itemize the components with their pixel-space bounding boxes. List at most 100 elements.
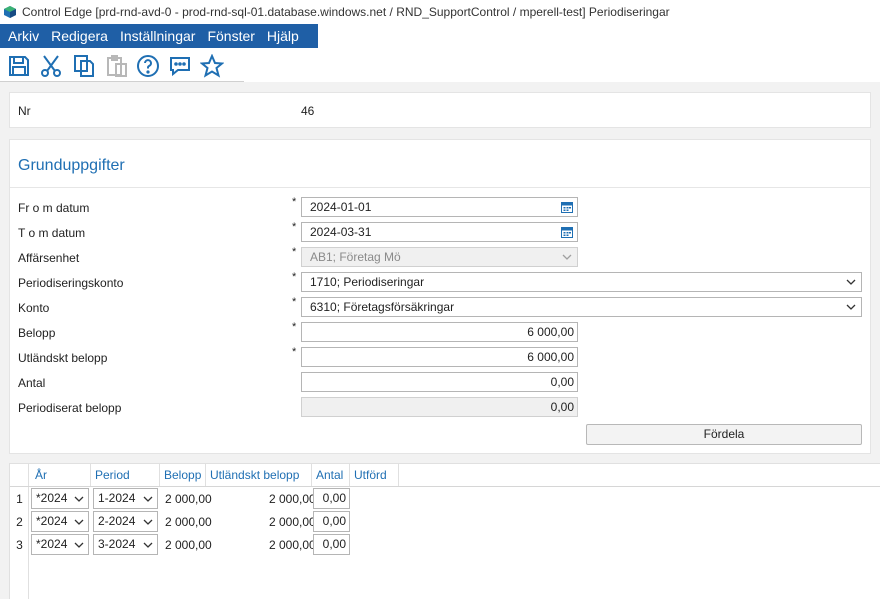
business-unit-select: AB1; Företag Mö <box>301 247 578 267</box>
menu-hjalp[interactable]: Hjälp <box>261 24 305 48</box>
menu-fonster[interactable]: Fönster <box>201 24 260 48</box>
column-header-amount[interactable]: Belopp <box>160 464 206 486</box>
row-number: 2 <box>16 515 23 529</box>
foreign-amount-cell: 2 000,00 <box>269 515 316 529</box>
copy-button[interactable] <box>71 53 97 79</box>
distribute-button[interactable]: Fördela <box>586 424 862 445</box>
app-logo-icon <box>4 6 16 18</box>
column-header-foreign-amount[interactable]: Utländskt belopp <box>206 464 312 486</box>
period-value: 2-2024 <box>98 514 136 528</box>
window-title: Control Edge [prd-rnd-avd-0 - prod-rnd-s… <box>22 5 670 19</box>
comment-button[interactable] <box>167 53 193 79</box>
nr-label: Nr <box>18 104 31 118</box>
chevron-down-icon[interactable] <box>846 277 856 287</box>
quantity-cell-input[interactable]: 0,00 <box>313 534 350 555</box>
paste-icon <box>107 55 127 77</box>
header-panel: Nr 46 <box>9 92 871 128</box>
year-select[interactable]: *2024 <box>31 511 89 532</box>
column-header-year[interactable]: År <box>29 464 91 486</box>
year-select[interactable]: *2024 <box>31 488 89 509</box>
from-date-input[interactable]: 2024-01-01 <box>301 197 578 217</box>
account-required: * <box>292 296 297 308</box>
paste-button[interactable] <box>104 53 130 79</box>
help-icon <box>137 55 159 77</box>
accrual-account-required: * <box>292 271 297 283</box>
period-select[interactable]: 2-2024 <box>93 511 158 532</box>
period-value: 3-2024 <box>98 537 136 551</box>
help-button[interactable] <box>135 53 161 79</box>
grid-corner-header <box>10 464 29 486</box>
amount-required: * <box>292 321 297 333</box>
from-date-required: * <box>292 196 297 208</box>
to-date-label: T o m datum <box>18 226 86 240</box>
to-date-value: 2024-03-31 <box>310 225 372 239</box>
grid-header-divider <box>10 486 880 487</box>
to-date-required: * <box>292 221 297 233</box>
calendar-icon[interactable] <box>561 201 573 213</box>
row-number: 1 <box>16 492 23 506</box>
comment-icon <box>170 57 190 77</box>
chevron-down-icon[interactable] <box>143 540 153 550</box>
quantity-cell-input[interactable]: 0,00 <box>313 488 350 509</box>
save-icon <box>9 56 29 76</box>
foreign-amount-cell: 2 000,00 <box>269 492 316 506</box>
chevron-down-icon[interactable] <box>74 494 84 504</box>
chevron-down-icon[interactable] <box>143 517 153 527</box>
nr-value: 46 <box>301 104 315 118</box>
toolbar <box>0 48 880 82</box>
business-unit-value: AB1; Företag Mö <box>310 250 401 264</box>
menu-strip: Arkiv Redigera Inställningar Fönster Hjä… <box>0 24 318 48</box>
business-unit-required: * <box>292 246 297 258</box>
accrued-amount-label: Periodiserat belopp <box>18 401 122 415</box>
column-header-done[interactable]: Utförd <box>350 464 399 486</box>
cut-button[interactable] <box>38 53 64 79</box>
calendar-icon[interactable] <box>561 226 573 238</box>
period-select[interactable]: 1-2024 <box>93 488 158 509</box>
accrual-account-select[interactable]: 1710; Periodiseringar <box>301 272 862 292</box>
favorite-button[interactable] <box>199 53 225 79</box>
toolbar-divider <box>0 81 244 82</box>
save-button[interactable] <box>6 53 32 79</box>
cut-icon <box>41 55 61 77</box>
quantity-cell-input[interactable]: 0,00 <box>313 511 350 532</box>
accrued-amount-value: 0,00 <box>301 397 578 417</box>
column-header-period[interactable]: Period <box>91 464 160 486</box>
accrual-account-label: Periodiseringskonto <box>18 276 124 290</box>
year-value: *2024 <box>36 491 68 505</box>
year-select[interactable]: *2024 <box>31 534 89 555</box>
foreign-amount-required: * <box>292 346 297 358</box>
foreign-amount-input[interactable]: 6 000,00 <box>301 347 578 367</box>
menu-arkiv[interactable]: Arkiv <box>0 24 45 48</box>
title-bar: Control Edge [prd-rnd-avd-0 - prod-rnd-s… <box>0 0 880 24</box>
to-date-input[interactable]: 2024-03-31 <box>301 222 578 242</box>
year-value: *2024 <box>36 537 68 551</box>
amount-label: Belopp <box>18 326 56 340</box>
business-unit-label: Affärsenhet <box>18 251 80 265</box>
from-date-value: 2024-01-01 <box>310 200 372 214</box>
chevron-down-icon[interactable] <box>846 302 856 312</box>
menu-installningar[interactable]: Inställningar <box>114 24 202 48</box>
chevron-down-icon[interactable] <box>143 494 153 504</box>
column-header-quantity[interactable]: Antal <box>312 464 350 486</box>
amount-cell: 2 000,00 <box>165 515 212 529</box>
account-select[interactable]: 6310; Företagsförsäkringar <box>301 297 862 317</box>
account-label: Konto <box>18 301 50 315</box>
menu-redigera[interactable]: Redigera <box>45 24 114 48</box>
chevron-down-icon <box>562 254 572 260</box>
quantity-input[interactable]: 0,00 <box>301 372 578 392</box>
chevron-down-icon[interactable] <box>74 540 84 550</box>
row-number: 3 <box>16 538 23 552</box>
copy-icon <box>74 55 94 77</box>
chevron-down-icon[interactable] <box>74 517 84 527</box>
foreign-amount-cell: 2 000,00 <box>269 538 316 552</box>
foreign-amount-label: Utländskt belopp <box>18 351 108 365</box>
amount-cell: 2 000,00 <box>165 492 212 506</box>
quantity-label: Antal <box>18 376 46 390</box>
amount-input[interactable]: 6 000,00 <box>301 322 578 342</box>
year-value: *2024 <box>36 514 68 528</box>
from-date-label: Fr o m datum <box>18 201 90 215</box>
account-value: 6310; Företagsförsäkringar <box>310 300 455 314</box>
section-divider <box>10 187 870 188</box>
menu-bar: Arkiv Redigera Inställningar Fönster Hjä… <box>0 24 880 48</box>
period-select[interactable]: 3-2024 <box>93 534 158 555</box>
